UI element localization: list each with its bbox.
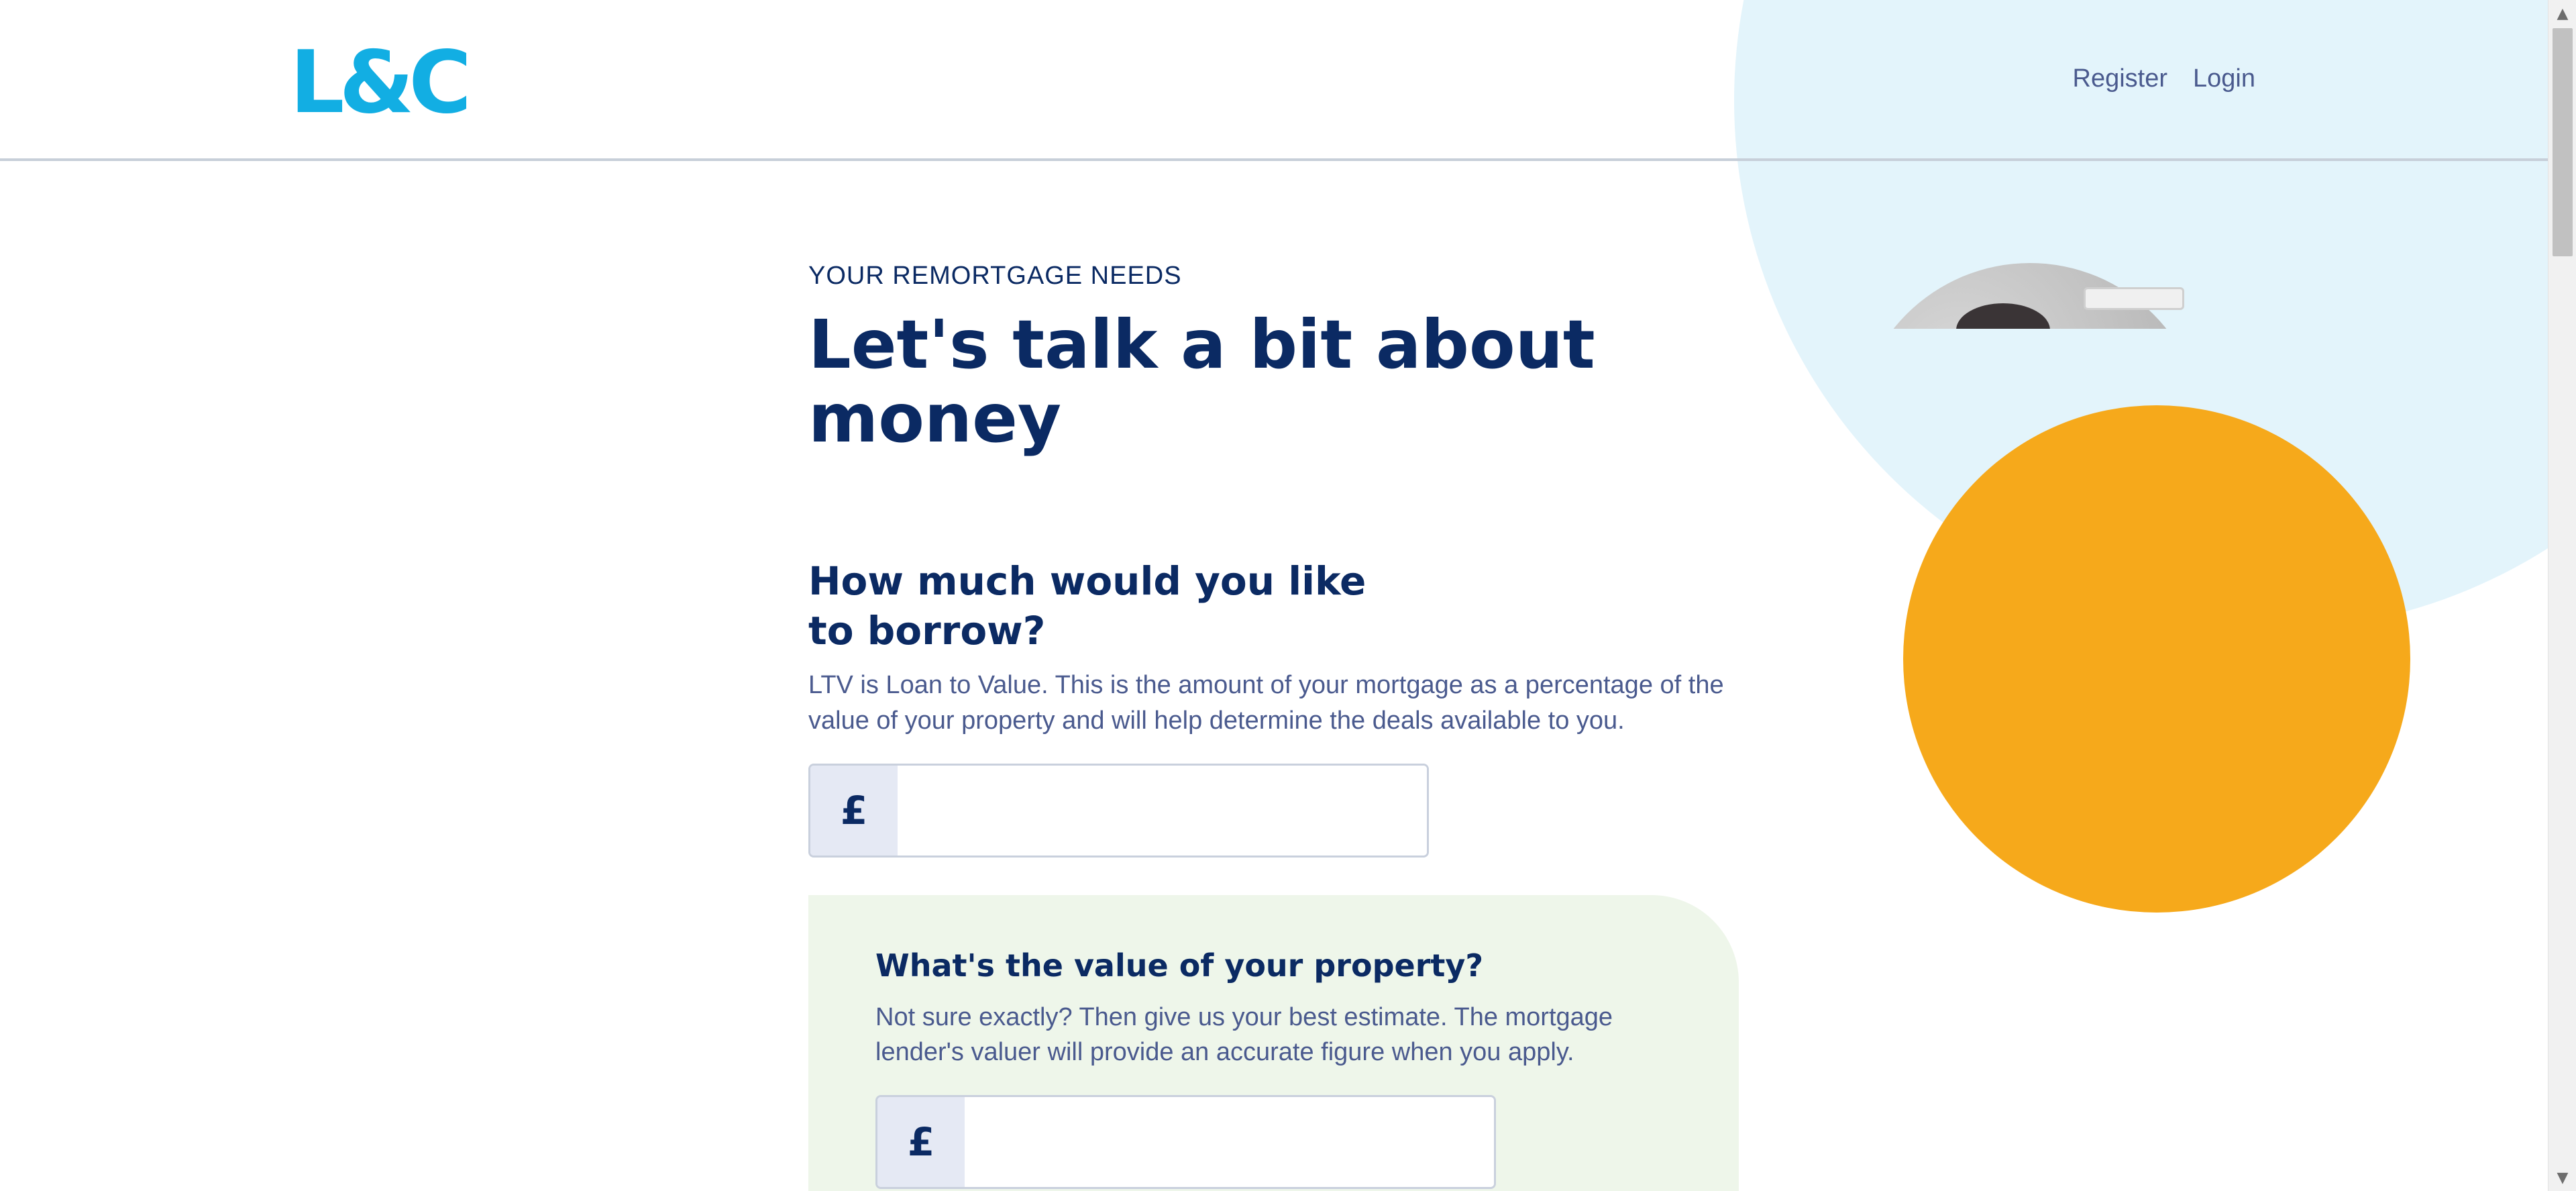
logo-text: L&C [290, 33, 472, 133]
site-header: L&C Register Login [0, 0, 2548, 161]
borrow-amount-field: £ [808, 763, 1429, 858]
scroll-down-arrow-icon[interactable]: ▼ [2548, 1164, 2576, 1191]
photo-wall-frame [2084, 287, 2184, 310]
borrow-description: LTV is Loan to Value. This is the amount… [808, 671, 1724, 735]
person-photo-image [1856, 263, 2204, 329]
page-title: Let's talk a bit about money [808, 305, 1595, 458]
scroll-up-arrow-icon[interactable]: ▲ [2548, 0, 2576, 27]
main-content: YOUR REMORTGAGE NEEDS Let's talk a bit a… [808, 262, 1748, 858]
property-value-description: Not sure exactly? Then give us your best… [875, 1003, 1613, 1067]
property-value-card: What's the value of your property? Not s… [808, 895, 1739, 1191]
property-value-field: £ [875, 1095, 1496, 1190]
pound-currency-icon: £ [810, 765, 898, 856]
register-link[interactable]: Register [2073, 64, 2168, 93]
borrow-amount-input[interactable] [898, 765, 1427, 856]
vertical-scrollbar[interactable]: ▲ ▼ [2548, 0, 2576, 1191]
decorative-orange-circle [1903, 405, 2410, 913]
pound-currency-icon: £ [877, 1097, 965, 1188]
login-link[interactable]: Login [2193, 64, 2255, 93]
property-value-input[interactable] [965, 1097, 1494, 1188]
scrollbar-thumb[interactable] [2553, 28, 2573, 256]
borrow-question: How much would you like to borrow? [808, 558, 1366, 654]
brand-logo[interactable]: L&C [290, 40, 472, 126]
header-nav: Register Login [2073, 64, 2255, 93]
page: L&C Register Login YOUR REMORTGAGE NEEDS… [0, 0, 2576, 1191]
section-eyebrow: YOUR REMORTGAGE NEEDS [808, 262, 1182, 290]
property-value-question: What's the value of your property? [875, 947, 1484, 984]
